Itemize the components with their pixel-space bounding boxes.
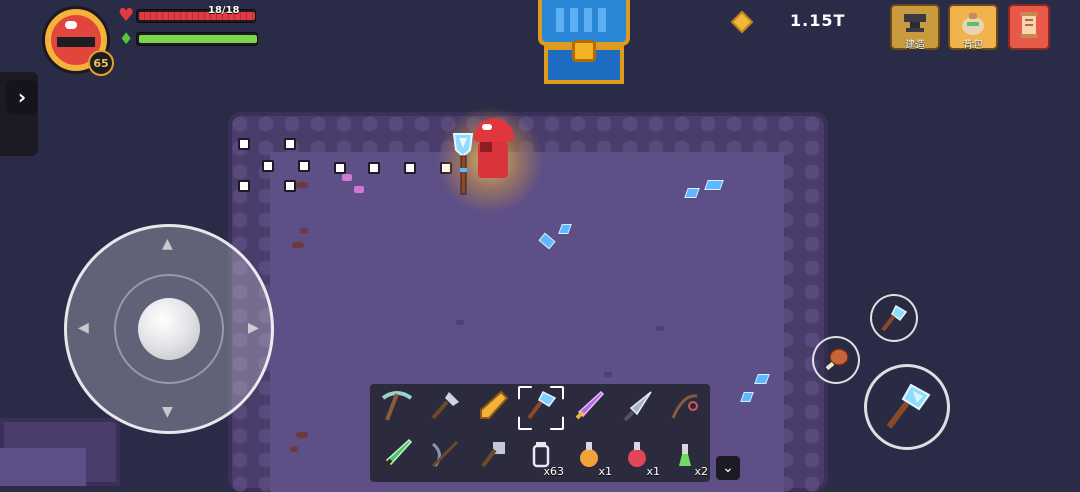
hotbar-slot[interactable] [614, 386, 660, 430]
hotbar-slot[interactable]: x1 [614, 434, 660, 478]
meat-drumstick-icon [825, 348, 849, 371]
arrow-right-icon: ▶ [248, 320, 259, 336]
chevron-down-icon: ⌄ [722, 460, 734, 476]
crystal-hammer-icon [452, 133, 474, 195]
trail-marker [284, 180, 296, 192]
purple-gem-drop[interactable] [354, 186, 364, 193]
item-quantity: x63 [543, 465, 564, 478]
golden-club-icon [475, 388, 511, 428]
purple-sword-icon [571, 388, 607, 428]
purple-gem-drop[interactable] [342, 174, 352, 181]
trail-marker [262, 160, 274, 172]
trail-marker [334, 162, 346, 174]
attack-button[interactable] [864, 364, 950, 450]
player-face [480, 142, 492, 152]
hotbar-slot[interactable] [374, 386, 420, 430]
hotbar-slot[interactable]: x1 [566, 434, 612, 478]
secondary-tool-button[interactable] [870, 294, 918, 342]
energy-bar-fill [139, 35, 257, 43]
rock-debris [296, 182, 308, 188]
rock-debris [292, 242, 304, 248]
scroll-icon [1010, 10, 1048, 47]
rock-debris [300, 228, 308, 234]
heart-icon: ♥ [118, 5, 135, 26]
crystal-hammer-icon [523, 388, 559, 428]
green-sword-icon [379, 436, 415, 476]
chevron-right-icon: › [17, 85, 27, 109]
floor-speck [604, 372, 612, 377]
fishing-rod-icon [667, 388, 703, 428]
trail-marker [404, 162, 416, 174]
hotbar-slot[interactable] [422, 434, 468, 478]
axe-icon [475, 436, 511, 476]
player-character [432, 102, 548, 218]
coin-icon [730, 10, 754, 34]
eat-food-button[interactable] [812, 336, 860, 384]
energy-bar [136, 32, 258, 46]
trail-marker [238, 138, 250, 150]
lower-cave-floor [0, 448, 86, 486]
health-text: 18/18 [208, 5, 240, 16]
level-badge: 65 [88, 50, 114, 76]
energy-icon: ♦ [119, 29, 134, 48]
build-label: 建造 [905, 40, 925, 51]
shovel-icon [427, 388, 463, 428]
bag-label: 背包 [963, 40, 983, 51]
hotbar-slot[interactable] [470, 434, 516, 478]
rock-debris [296, 432, 308, 438]
item-quantity: x1 [598, 465, 612, 478]
chest-lock-icon [572, 40, 596, 62]
hotbar-slot[interactable] [374, 434, 420, 478]
drill-icon [619, 388, 655, 428]
hotbar-slot[interactable] [518, 386, 564, 430]
arrow-up-icon: ▲ [162, 236, 173, 252]
rock-debris [290, 446, 298, 452]
floor-speck [656, 326, 664, 331]
trail-marker [238, 180, 250, 192]
joystick-knob[interactable] [138, 298, 200, 360]
arrow-left-icon: ◀ [78, 320, 89, 336]
hotbar-slot[interactable]: x2 [662, 434, 708, 478]
hotbar-collapse-button[interactable]: ⌄ [716, 456, 740, 480]
coin-count: 1.15T [790, 11, 846, 30]
hotbar-slot[interactable] [566, 386, 612, 430]
build-button[interactable]: 建造 [890, 4, 940, 51]
trail-marker [368, 162, 380, 174]
bag-button[interactable]: 背包 [948, 4, 998, 51]
quest-scroll-button[interactable] [1008, 4, 1050, 50]
item-quantity: x1 [646, 465, 660, 478]
hotbar-slot[interactable] [662, 386, 708, 430]
hotbar-slot[interactable] [422, 386, 468, 430]
hotbar-slot[interactable] [470, 386, 516, 430]
crossbow-icon [427, 436, 463, 476]
item-quantity: x2 [694, 465, 708, 478]
arrow-down-icon: ▼ [162, 404, 173, 420]
trail-marker [298, 160, 310, 172]
expand-menu-button[interactable]: › [6, 80, 38, 114]
treasure-chest[interactable] [536, 0, 632, 86]
trail-marker [284, 138, 296, 150]
pickaxe-icon [379, 388, 415, 428]
crystal-hammer-icon [881, 304, 908, 332]
hotbar-slot[interactable]: x63 [518, 434, 564, 478]
hotbar: x63 x1 x1 x2 [370, 384, 710, 482]
crystal-hammer-icon [886, 383, 931, 429]
floor-speck [456, 320, 464, 325]
